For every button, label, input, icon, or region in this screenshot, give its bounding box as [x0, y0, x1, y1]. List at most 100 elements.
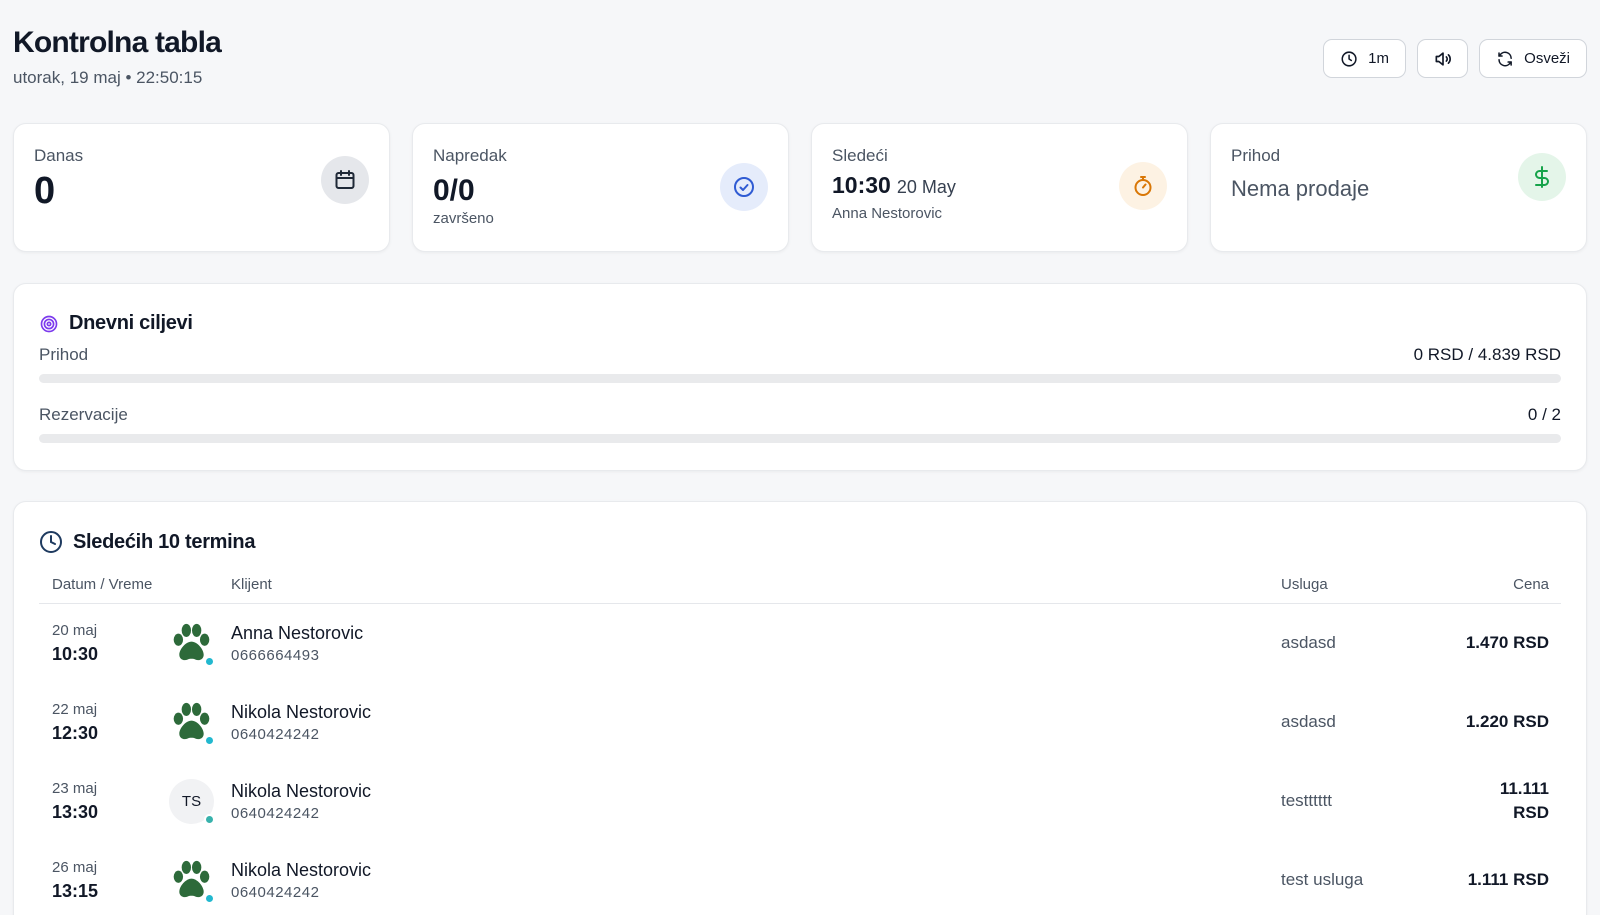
page-header: Kontrolna tabla utorak, 19 maj • 22:50:1…	[13, 26, 222, 88]
price-cell: 11.111 RSD	[1411, 762, 1561, 841]
appointment-time: 13:15	[52, 880, 99, 901]
goal-reservations: Rezervacije 0 / 2	[39, 405, 1561, 443]
goal-progress-bar	[39, 374, 1561, 383]
sound-toggle-button[interactable]	[1417, 39, 1468, 78]
appointment-day: 26 maj	[52, 858, 98, 876]
appointment-day: 23 maj	[52, 779, 98, 797]
stat-value: Nema prodaje	[1231, 176, 1370, 201]
table-row[interactable]: 22 maj 12:30 Nikola Nestorovic 0640424242 a…	[39, 683, 1561, 762]
price-cell: 1.111 RSD	[1411, 841, 1561, 915]
appointment-time: 10:30	[52, 643, 99, 664]
clock-icon	[1341, 50, 1357, 67]
stat-card-today: Danas 0	[13, 123, 390, 252]
dollar-icon	[1518, 153, 1566, 201]
price: 1.220 RSD	[1465, 712, 1549, 732]
col-price: Cena	[1411, 576, 1561, 604]
appointment-time: 12:30	[52, 722, 99, 743]
stat-label: Prihod	[1231, 146, 1281, 165]
client-name[interactable]: Anna Nestorovic	[231, 623, 1281, 644]
price: 1.111 RSD	[1467, 870, 1549, 890]
calendar-icon	[321, 156, 369, 204]
datetime-cell: 20 maj 10:30	[39, 604, 169, 683]
status-dot	[204, 734, 215, 746]
goal-value: 0 RSD / 4.839 RSD	[1413, 345, 1561, 364]
price-cell: 1.220 RSD	[1411, 683, 1561, 762]
avatar: TS	[169, 778, 215, 825]
page-datetime: utorak, 19 maj • 22:50:15	[13, 68, 203, 87]
stat-sub: završeno	[433, 210, 494, 227]
status-dot	[204, 892, 215, 904]
auto-refresh-interval-button[interactable]: 1m	[1323, 39, 1406, 78]
check-circle-icon	[720, 163, 768, 211]
refresh-label: Osveži	[1524, 50, 1570, 67]
client-phone: 0640424242	[231, 725, 320, 743]
appointments-table: Datum / Vreme Klijent Usluga Cena 20 maj…	[39, 576, 1561, 915]
upcoming-appointments-card: Sledećih 10 termina Datum / Vreme Klijen…	[13, 501, 1587, 915]
table-header: Datum / Vreme Klijent Usluga Cena	[39, 576, 1561, 604]
avatar-cell	[169, 683, 231, 762]
table-row[interactable]: 23 maj 13:30 TS Nikola Nestorovic 0640424242…	[39, 762, 1561, 841]
table-row[interactable]: 26 maj 13:15 Nikola Nestorovic 0640424242 t…	[39, 841, 1561, 915]
client-name[interactable]: Nikola Nestorovic	[231, 860, 1281, 881]
stat-card-next: Sledeći 10:30 20 May Anna Nestorovic	[811, 123, 1188, 252]
stat-card-progress: Napredak 0/0 završeno	[412, 123, 789, 252]
appointment-day: 22 maj	[52, 700, 98, 718]
service-name: asdasd	[1281, 633, 1336, 653]
client-name[interactable]: Nikola Nestorovic	[231, 781, 1281, 802]
client-cell: Nikola Nestorovic 0640424242	[231, 762, 1281, 841]
appointments-title: Sledećih 10 termina	[73, 530, 256, 553]
service-name: test usluga	[1281, 870, 1364, 889]
avatar	[169, 858, 215, 904]
stats-row: Danas 0 Napredak 0/0 završeno Sledeći 10…	[13, 123, 1587, 252]
datetime-cell: 23 maj 13:30	[39, 762, 169, 841]
price-cell: 1.470 RSD	[1411, 604, 1561, 683]
client-phone: 0640424242	[231, 804, 320, 822]
service-cell: testttttt	[1281, 762, 1411, 841]
service-name: asdasd	[1281, 712, 1336, 731]
page-title: Kontrolna tabla	[13, 26, 222, 59]
datetime-cell: 22 maj 12:30	[39, 683, 169, 762]
stat-value: 0	[34, 170, 56, 212]
stat-label: Sledeći	[832, 146, 888, 165]
next-date: 20 May	[896, 177, 956, 197]
clock-icon	[40, 531, 62, 553]
service-name: testttttt	[1281, 791, 1333, 810]
col-avatar	[169, 576, 231, 604]
price: 1.470 RSD	[1465, 633, 1549, 653]
client-name[interactable]: Nikola Nestorovic	[231, 702, 1281, 723]
refresh-button[interactable]: Osveži	[1479, 39, 1587, 78]
client-cell: Anna Nestorovic 0666664493	[231, 604, 1281, 683]
refresh-icon	[1498, 51, 1512, 66]
col-datetime: Datum / Vreme	[39, 576, 169, 604]
service-cell: test usluga	[1281, 841, 1411, 915]
goal-value: 0 / 2	[1527, 405, 1561, 424]
goal-label: Prihod	[39, 345, 89, 364]
goal-revenue: Prihod 0 RSD / 4.839 RSD	[39, 345, 1561, 383]
target-icon	[40, 315, 58, 332]
avatar-cell: TS	[169, 762, 231, 841]
status-dot	[204, 655, 215, 667]
stat-label: Danas	[34, 146, 84, 165]
appointment-time: 13:30	[52, 801, 99, 822]
daily-goals-card: Dnevni ciljevi Prihod 0 RSD / 4.839 RSD …	[13, 283, 1587, 471]
avatar-cell	[169, 841, 231, 915]
status-dot	[204, 813, 215, 825]
avatar	[169, 700, 215, 746]
avatar-initials: TS	[181, 792, 202, 810]
interval-label: 1m	[1368, 50, 1389, 67]
client-phone: 0640424242	[231, 883, 320, 901]
next-appointment: 10:30 20 May	[832, 172, 1167, 199]
client-phone: 0666664493	[231, 646, 320, 664]
next-client: Anna Nestorovic	[832, 205, 943, 222]
client-cell: Nikola Nestorovic 0640424242	[231, 683, 1281, 762]
datetime-cell: 26 maj 13:15	[39, 841, 169, 915]
avatar-cell	[169, 604, 231, 683]
goal-progress-bar	[39, 434, 1561, 443]
stopwatch-icon	[1119, 162, 1167, 210]
next-time: 10:30	[832, 172, 891, 198]
appointment-day: 20 maj	[52, 621, 98, 639]
stat-value: 0/0	[433, 174, 475, 207]
service-cell: asdasd	[1281, 683, 1411, 762]
price: 11.111 RSD	[1499, 779, 1549, 822]
table-row[interactable]: 20 maj 10:30 Anna Nestorovic 0666664493 asd…	[39, 604, 1561, 683]
